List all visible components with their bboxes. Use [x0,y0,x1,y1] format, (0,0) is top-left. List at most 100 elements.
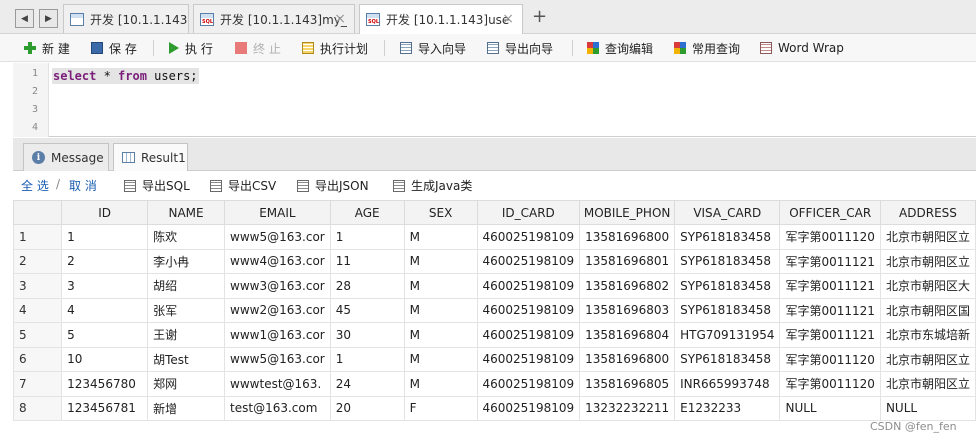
table-cell[interactable]: 5 [61,322,149,348]
table-cell[interactable]: 北京市朝阳区立 [879,224,976,250]
table-cell[interactable]: 军字第0011120 [779,346,881,372]
table-cell[interactable]: 1 [329,346,405,372]
table-cell[interactable]: 陈欢 [147,224,226,250]
column-header[interactable]: NAME [147,200,226,225]
sql-editor[interactable]: 1 2 3 4 select * from users; [13,63,976,137]
table-cell[interactable]: 北京市朝阳区大 [879,273,976,299]
table-cell[interactable]: 24 [329,371,405,397]
table-cell[interactable]: 新增 [147,395,226,421]
column-header[interactable]: EMAIL [224,200,331,225]
table-cell[interactable]: test@163.com [224,395,331,421]
table-cell[interactable]: 北京市朝阳区立 [879,248,976,274]
table-cell[interactable]: 军字第0011120 [779,371,881,397]
table-cell[interactable]: 460025198109 [476,395,581,421]
table-cell[interactable]: SYP618183458 [674,346,781,372]
table-cell[interactable]: 1 [329,224,405,250]
row-number-cell[interactable]: 1 [13,224,63,250]
table-cell[interactable]: 北京市朝阳区国 [879,297,976,323]
table-cell[interactable]: 30 [329,322,405,348]
table-cell[interactable]: 郑网 [147,371,226,397]
table-cell[interactable]: 13581696802 [579,273,676,299]
column-header[interactable]: ADDRESS [879,200,976,225]
cancel-select-link[interactable]: 取 消 [69,177,97,194]
table-cell[interactable]: 北京市朝阳区立 [879,371,976,397]
table-cell[interactable]: M [403,273,478,299]
table-cell[interactable]: 张军 [147,297,226,323]
add-tab-button[interactable]: + [532,6,547,27]
table-cell[interactable]: 13581696805 [579,371,676,397]
table-cell[interactable]: 13581696803 [579,297,676,323]
table-cell[interactable]: SYP618183458 [674,224,781,250]
table-cell[interactable]: HTG709131954 [674,322,781,348]
table-cell[interactable]: 军字第0011120 [779,224,881,250]
table-row[interactable]: 4 4 张军 www2@163.cor 45 M 460025198109 135816968… [13,297,976,323]
table-cell[interactable]: 王谢 [147,322,226,348]
table-cell[interactable]: 460025198109 [476,224,581,250]
table-cell[interactable]: 3 [61,273,149,299]
table-cell[interactable]: www1@163.cor [224,322,331,348]
column-header[interactable]: OFFICER_CAR [779,200,881,225]
column-header[interactable]: AGE [329,200,405,225]
table-cell[interactable]: 10 [61,346,149,372]
table-cell[interactable]: SYP618183458 [674,273,781,299]
table-cell[interactable]: INR665993748 [674,371,781,397]
column-header[interactable]: SEX [403,200,478,225]
table-cell[interactable]: E1232233 [674,395,781,421]
table-cell[interactable]: 460025198109 [476,322,581,348]
select-all-link[interactable]: 全 选 [21,177,49,194]
tab-message[interactable]: i Message [23,143,109,171]
table-row[interactable]: 8 123456781 新增 test@163.com 20 F 460025198109 1… [13,395,976,421]
table-cell[interactable]: 2 [61,248,149,274]
explain-plan-button[interactable]: 执行计划 [302,38,368,58]
table-cell[interactable]: www4@163.cor [224,248,331,274]
table-cell[interactable]: 13581696801 [579,248,676,274]
table-cell[interactable]: www5@163.cor [224,224,331,250]
close-icon[interactable]: × [334,11,346,27]
word-wrap-button[interactable]: Word Wrap [760,38,844,58]
table-cell[interactable]: www2@163.cor [224,297,331,323]
tab-query-my[interactable]: 开发 [10.1.1.143]my_ × [193,4,355,33]
table-cell[interactable]: 460025198109 [476,273,581,299]
column-header[interactable]: MOBILE_PHON [579,200,676,225]
new-button[interactable]: 新 建 [24,38,70,58]
import-wizard-button[interactable]: 导入向导 [400,38,466,58]
tab-connection[interactable]: 开发 [10.1.1.143] [63,4,189,33]
sql-code-line[interactable]: select * from users; [52,68,199,84]
row-number-cell[interactable]: 3 [13,273,63,299]
table-cell[interactable]: 军字第0011121 [779,248,881,274]
scroll-right-button[interactable]: ▶ [39,9,58,28]
table-cell[interactable]: 11 [329,248,405,274]
table-row[interactable]: 7 123456780 郑网 wwwtest@163. 24 M 460025198109 1… [13,371,976,397]
table-cell[interactable]: 460025198109 [476,297,581,323]
common-query-button[interactable]: 常用查询 [674,38,740,58]
table-cell[interactable]: 460025198109 [476,248,581,274]
table-cell[interactable]: 4 [61,297,149,323]
table-cell[interactable]: 李小冉 [147,248,226,274]
stop-button[interactable]: 终 止 [235,38,281,58]
table-cell[interactable]: M [403,224,478,250]
save-button[interactable]: 保 存 [91,38,137,58]
table-cell[interactable]: www3@163.cor [224,273,331,299]
row-number-cell[interactable]: 2 [13,248,63,274]
table-cell[interactable]: wwwtest@163. [224,371,331,397]
run-button[interactable]: 执 行 [169,38,213,58]
table-cell[interactable]: 28 [329,273,405,299]
export-sql-button[interactable]: 导出SQL [124,177,190,194]
tab-query-users[interactable]: 开发 [10.1.1.143]use × [359,4,523,34]
table-cell[interactable]: 123456780 [61,371,149,397]
table-row[interactable]: 2 2 李小冉 www4@163.cor 11 M 460025198109 13581696… [13,248,976,274]
column-header[interactable]: VISA_CARD [674,200,781,225]
table-cell[interactable]: SYP618183458 [674,248,781,274]
table-cell[interactable]: M [403,346,478,372]
table-cell[interactable]: 军字第0011121 [779,322,881,348]
row-number-cell[interactable]: 8 [13,395,63,421]
scroll-left-button[interactable]: ◀ [15,9,34,28]
row-number-cell[interactable]: 5 [13,322,63,348]
table-cell[interactable]: 13581696800 [579,224,676,250]
export-csv-button[interactable]: 导出CSV [210,177,276,194]
table-cell[interactable]: 军字第0011121 [779,297,881,323]
table-cell[interactable]: 北京市东城培新 [879,322,976,348]
table-cell[interactable]: 13581696800 [579,346,676,372]
table-cell[interactable]: www5@163.cor [224,346,331,372]
table-cell[interactable]: 20 [329,395,405,421]
